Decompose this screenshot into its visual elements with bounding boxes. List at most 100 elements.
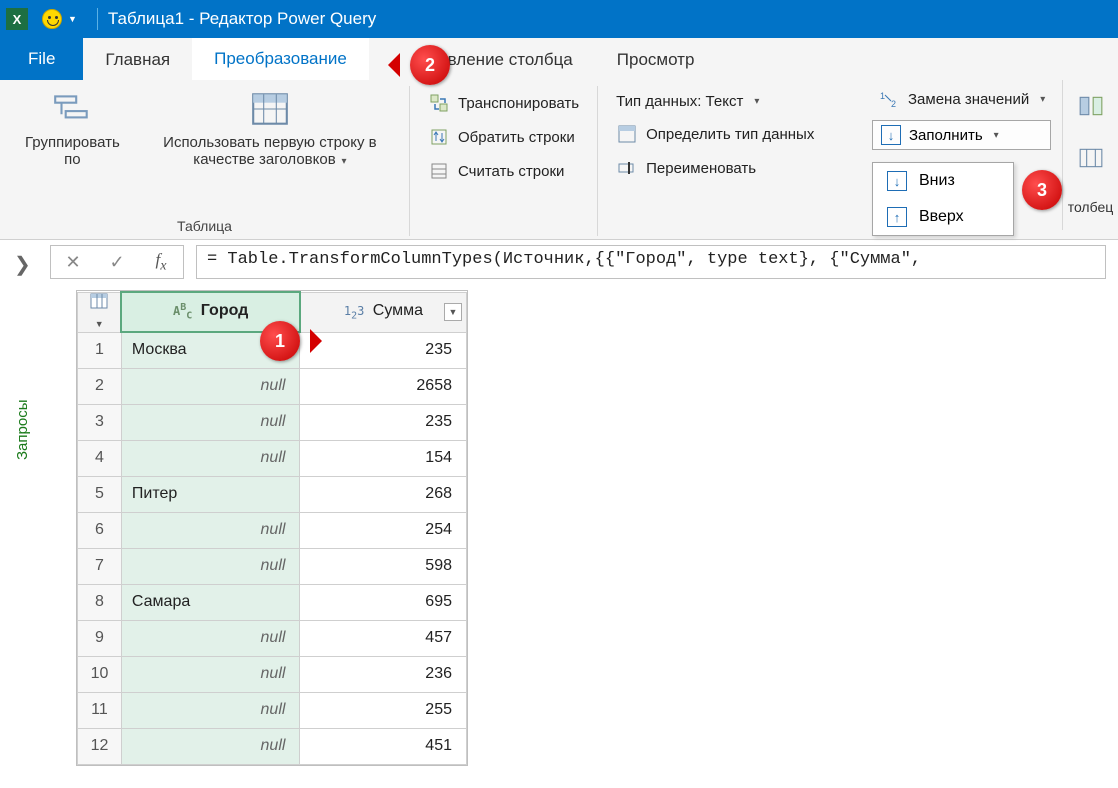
cell-sum[interactable]: 235 [300,404,467,440]
cell-city[interactable]: null [121,548,300,584]
cell-city[interactable]: Самара [121,584,300,620]
chevron-down-icon: ▾ [1040,94,1045,105]
table-row[interactable]: 6null254 [78,512,467,548]
formula-input[interactable]: = Table.TransformColumnTypes(Источник,{{… [196,245,1106,279]
tab-add-column[interactable]: бавление столбца [369,40,595,80]
chevron-down-icon: ▾ [339,156,347,167]
cell-city[interactable]: null [121,656,300,692]
row-number[interactable]: 3 [78,404,122,440]
cell-city[interactable]: null [121,404,300,440]
transpose-button[interactable]: Транспонировать [422,90,585,116]
fill-dropdown-menu: ↓ Вниз ↑ Вверх [872,162,1014,236]
cell-city[interactable]: null [121,692,300,728]
rename-icon [616,158,638,178]
use-first-row-button[interactable]: Использовать первую строку в качестве за… [143,86,397,172]
cell-sum[interactable]: 598 [300,548,467,584]
replace-values-label: Замена значений [908,91,1029,108]
table-row[interactable]: 5Питер268 [78,476,467,512]
accept-formula-button[interactable]: ✓ [95,252,139,273]
detect-type-button[interactable]: Определить тип данных [610,121,820,147]
groupby-button[interactable]: Группировать по [12,86,133,172]
count-rows-button[interactable]: Считать строки [422,158,585,184]
clipped-label: толбец [1068,199,1114,215]
data-type-button[interactable]: Тип данных: Текст▾ [610,90,820,113]
row-number[interactable]: 8 [78,584,122,620]
cell-sum[interactable]: 236 [300,656,467,692]
cell-sum[interactable]: 695 [300,584,467,620]
detect-type-label: Определить тип данных [646,126,814,143]
column-header-sum[interactable]: 123 Сумма ▼ [300,292,467,332]
ribbon-tabs: File Главная Преобразование бавление сто… [0,38,1118,80]
cancel-formula-button[interactable]: ✕ [51,252,95,273]
column-city-label: Город [201,302,249,319]
groupby-icon [51,90,93,128]
cell-sum[interactable]: 154 [300,440,467,476]
group-label-table: Таблица [177,218,232,236]
table-headers-icon [249,90,291,128]
excel-icon: X [6,8,28,30]
callout-1: 1 [260,321,300,361]
cell-sum[interactable]: 268 [300,476,467,512]
cell-sum[interactable]: 2658 [300,368,467,404]
row-number[interactable]: 9 [78,620,122,656]
row-number[interactable]: 4 [78,440,122,476]
fill-up-label: Вверх [919,208,964,226]
table-row[interactable]: 2null2658 [78,368,467,404]
cell-city[interactable]: null [121,368,300,404]
table-row[interactable]: 7null598 [78,548,467,584]
cell-city[interactable]: Питер [121,476,300,512]
table-row[interactable]: 9null457 [78,620,467,656]
table-row[interactable]: 10null236 [78,656,467,692]
qat-dropdown-icon[interactable]: ▼ [68,14,77,24]
rename-button[interactable]: Переименовать [610,155,820,181]
expand-queries-button[interactable]: ❯ [14,252,31,277]
row-number[interactable]: 11 [78,692,122,728]
cell-sum[interactable]: 255 [300,692,467,728]
fill-button[interactable]: ↓ Заполнить ▾ [872,120,1051,150]
svg-text:2: 2 [891,99,896,109]
chevron-down-icon: ▾ [754,96,759,107]
column-sum-label: Сумма [373,302,423,319]
fill-up-menuitem[interactable]: ↑ Вверх [873,199,1013,235]
ribbon: Группировать по Использовать первую стро… [0,80,1118,240]
replace-values-button[interactable]: 12 Замена значений ▾ [872,86,1051,112]
cell-sum[interactable]: 457 [300,620,467,656]
reverse-rows-button[interactable]: Обратить строки [422,124,585,150]
cell-city[interactable]: null [121,440,300,476]
row-number[interactable]: 12 [78,728,122,764]
table-row[interactable]: 4null154 [78,440,467,476]
row-number[interactable]: 5 [78,476,122,512]
tab-transform[interactable]: Преобразование [192,38,369,80]
table-row[interactable]: 3null235 [78,404,467,440]
groupby-label: Группировать по [20,134,125,168]
row-header-corner[interactable]: ▼ [78,292,122,332]
table-icon [90,293,108,309]
row-number[interactable]: 10 [78,656,122,692]
queries-pane-label[interactable]: Запросы [14,400,31,461]
tab-home[interactable]: Главная [83,40,192,80]
fill-down-icon: ↓ [881,125,901,145]
fx-icon[interactable]: fx [139,250,183,274]
cell-sum[interactable]: 235 [300,332,467,368]
cell-city[interactable]: null [121,728,300,764]
tab-file[interactable]: File [0,38,83,80]
formula-bar: ✕ ✓ fx = Table.TransformColumnTypes(Исто… [0,240,1118,284]
svg-text:1: 1 [880,91,885,101]
column-filter-button[interactable]: ▼ [444,303,462,321]
row-number[interactable]: 7 [78,548,122,584]
cell-sum[interactable]: 254 [300,512,467,548]
table-row[interactable]: 12null451 [78,728,467,764]
data-grid: ▼ ABC Город 123 Сумма ▼ 1Москва2352null2… [76,290,468,766]
cell-sum[interactable]: 451 [300,728,467,764]
cell-city[interactable]: null [121,512,300,548]
replace-values-icon: 12 [878,89,900,109]
table-row[interactable]: 11null255 [78,692,467,728]
table-row[interactable]: 8Самара695 [78,584,467,620]
smiley-icon[interactable] [42,9,62,29]
tab-view[interactable]: Просмотр [595,40,717,80]
row-number[interactable]: 6 [78,512,122,548]
fill-down-menuitem[interactable]: ↓ Вниз [873,163,1013,199]
row-number[interactable]: 2 [78,368,122,404]
row-number[interactable]: 1 [78,332,122,368]
cell-city[interactable]: null [121,620,300,656]
